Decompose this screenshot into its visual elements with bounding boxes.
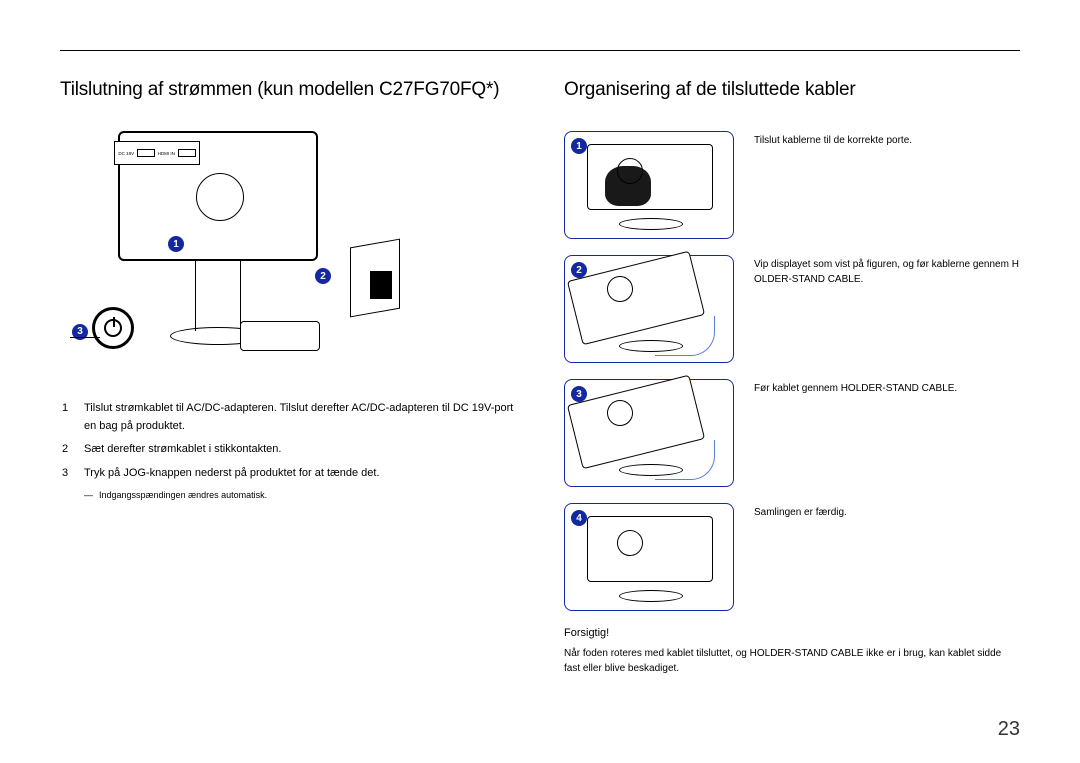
step-2-text: Vip displayet som vist på figuren, og fø…: [754, 255, 1020, 287]
callout-2-badge: 2: [315, 268, 331, 284]
mini-monitor-4: [587, 516, 713, 582]
step-1-figure: 1: [564, 131, 734, 239]
dc-port-label: DC 19V: [118, 151, 134, 156]
caution-title: Forsigtig!: [564, 625, 1020, 642]
left-heading: Tilslutning af strømmen (kun modellen C2…: [60, 79, 516, 101]
ac-plug: [370, 271, 392, 299]
instruction-2: 2 Sæt derefter strømkablet i stikkontakt…: [62, 441, 516, 459]
callout-1-badge: 1: [168, 236, 184, 252]
step-2-row: 2 Vip displayet som vist på figuren, og …: [564, 255, 1020, 363]
right-column: Organisering af de tilsluttede kabler 1 …: [564, 79, 1020, 676]
dc-port-slot: [137, 149, 155, 157]
instruction-1-text: Tilslut strømkablet til AC/DC-adapteren.…: [84, 400, 516, 435]
step-1-badge: 1: [571, 138, 587, 154]
footnote: ― Indgangsspændingen ændres automatisk.: [84, 488, 516, 502]
stand-neck: [195, 261, 241, 331]
page-number: 23: [998, 718, 1020, 741]
monitor-back: DC 19V HDMI IN: [118, 131, 318, 261]
step-3-text: Før kablet gennem HOLDER-STAND CABLE.: [754, 379, 957, 396]
step-1-row: 1 Tilslut kablerne til de korrekte porte…: [564, 131, 1020, 239]
mini-circle-4: [617, 530, 643, 556]
instruction-list: 1 Tilslut strømkablet til AC/DC-adaptere…: [62, 400, 516, 503]
instruction-3: 3 Tryk på JOG-knappen nederst på produkt…: [62, 465, 516, 483]
hand-icon-1: [605, 166, 651, 206]
step-4-badge: 4: [571, 510, 587, 526]
right-heading: Organisering af de tilsluttede kabler: [564, 79, 1020, 101]
hdmi-port-slot: [178, 149, 196, 157]
step-4-row: 4 Samlingen er færdig.: [564, 503, 1020, 611]
cable-line-3: [655, 440, 715, 480]
cable-steps: 1 Tilslut kablerne til de korrekte porte…: [564, 131, 1020, 611]
mini-base-1: [619, 218, 683, 230]
instruction-1-num: 1: [62, 400, 74, 435]
vesa-circle: [196, 173, 244, 221]
instruction-2-num: 2: [62, 441, 74, 459]
caution-block: Forsigtig! Når foden roteres med kablet …: [564, 625, 1020, 676]
left-column: Tilslutning af strømmen (kun modellen C2…: [60, 79, 516, 676]
hdmi-port-label: HDMI IN: [158, 151, 175, 156]
footnote-text: Indgangsspændingen ændres automatisk.: [99, 488, 267, 502]
cable-line-2: [655, 316, 715, 356]
mini-base-4: [619, 590, 683, 602]
step-2-figure: 2: [564, 255, 734, 363]
instruction-3-num: 3: [62, 465, 74, 483]
top-divider: [60, 50, 1020, 51]
hand-press-lines: [70, 337, 100, 357]
footnote-dash: ―: [84, 488, 93, 502]
instruction-1: 1 Tilslut strømkablet til AC/DC-adaptere…: [62, 400, 516, 435]
instruction-2-text: Sæt derefter strømkablet i stikkontakten…: [84, 441, 516, 459]
step-1-text: Tilslut kablerne til de korrekte porte.: [754, 131, 912, 148]
step-3-row: 3 Før kablet gennem HOLDER-STAND CABLE.: [564, 379, 1020, 487]
power-adapter: [240, 321, 320, 351]
step-4-text: Samlingen er færdig.: [754, 503, 847, 520]
port-panel: DC 19V HDMI IN: [114, 141, 200, 165]
caution-text: Når foden roteres med kablet tilsluttet,…: [564, 646, 1020, 676]
instruction-3-text: Tryk på JOG-knappen nederst på produktet…: [84, 465, 516, 483]
power-connection-illustration: DC 19V HDMI IN 1 2 3: [100, 131, 440, 376]
step-3-figure: 3: [564, 379, 734, 487]
step-4-figure: 4: [564, 503, 734, 611]
